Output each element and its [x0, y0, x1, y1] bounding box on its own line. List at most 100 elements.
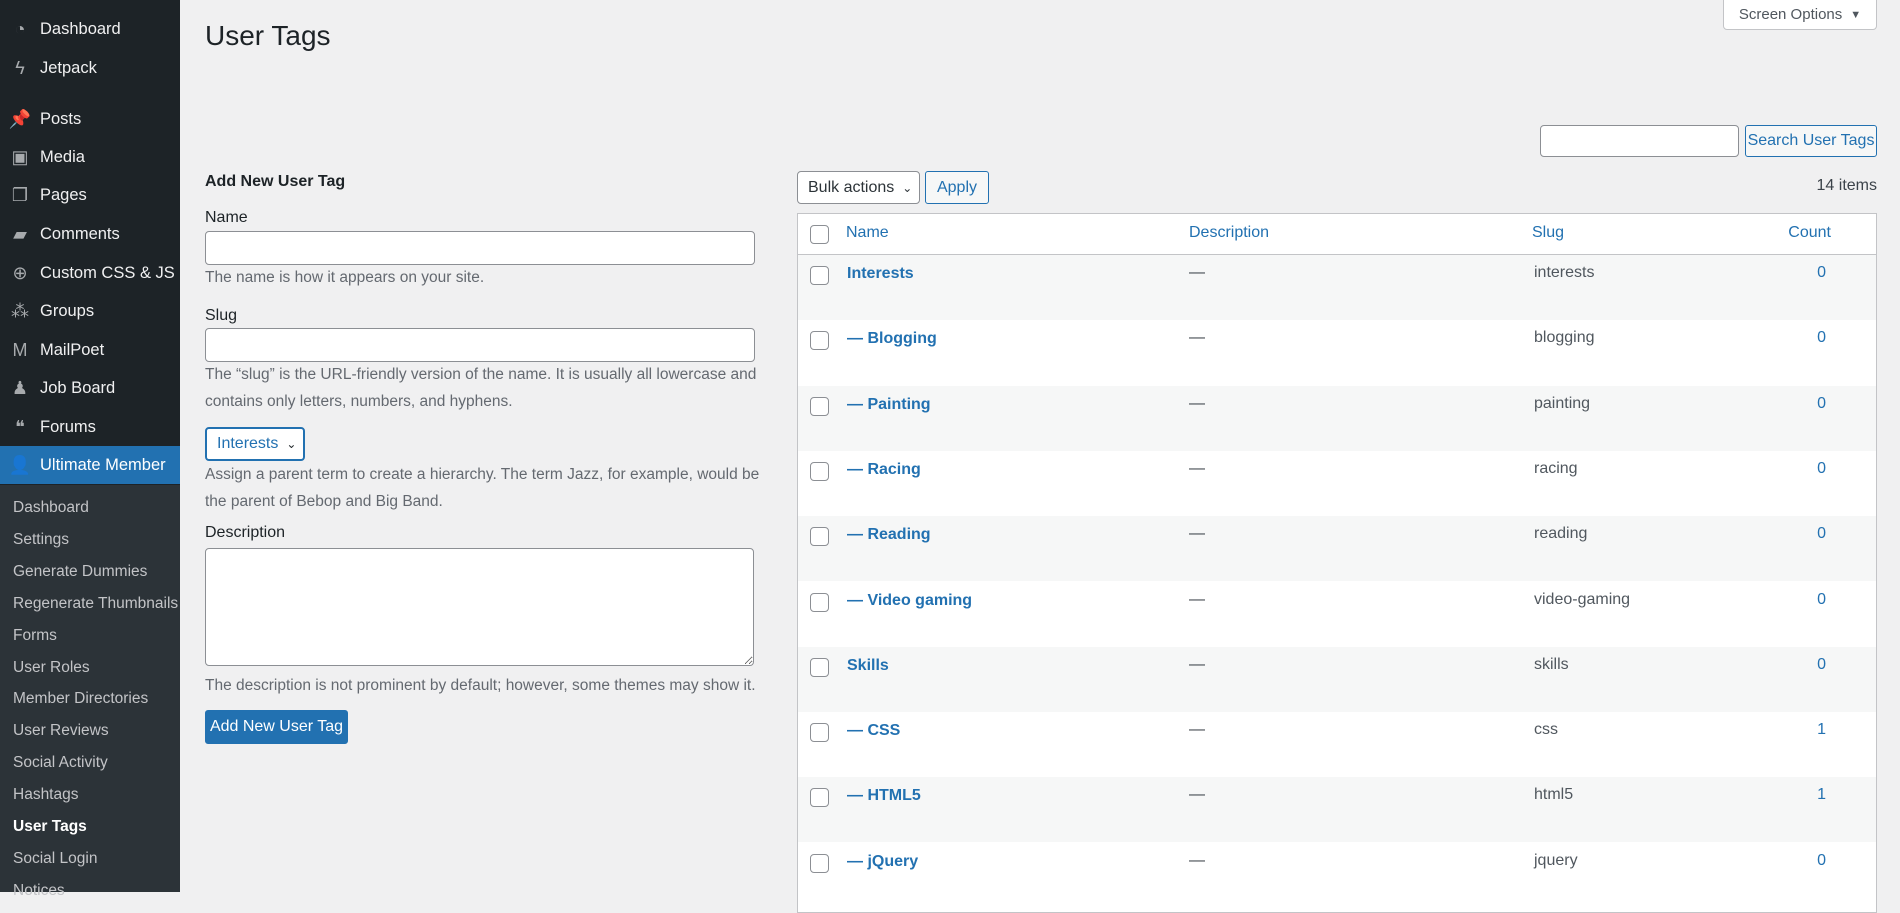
tag-count[interactable]: 1	[1817, 721, 1826, 739]
tag-name-link[interactable]: — CSS	[847, 722, 900, 740]
user-icon: 👤	[8, 454, 32, 475]
tag-name-link[interactable]: Interests	[847, 265, 914, 283]
row-checkbox[interactable]	[810, 788, 829, 808]
submenu-item-forms[interactable]: Forms	[13, 626, 57, 646]
table-row: — Racing — racing 0	[798, 451, 1876, 516]
submenu-item-generate-dummies[interactable]: Generate Dummies	[13, 562, 147, 582]
table-row: Skills — skills 0	[798, 646, 1876, 712]
mailpoet-icon: M	[12, 339, 28, 360]
submenu-item-user-reviews[interactable]: User Reviews	[13, 721, 109, 741]
screen-options-button[interactable]: Screen Options ▼	[1723, 0, 1877, 30]
tag-name-link[interactable]: Skills	[847, 657, 889, 675]
column-slug[interactable]: Slug	[1532, 224, 1564, 242]
submenu-item-user-tags[interactable]: User Tags	[13, 817, 87, 837]
tag-count[interactable]: 0	[1817, 852, 1826, 870]
parent-select[interactable]: Interests ⌄	[205, 427, 305, 461]
row-checkbox[interactable]	[810, 527, 829, 547]
submenu-item-notices[interactable]: Notices	[13, 881, 65, 901]
tag-count[interactable]: 0	[1817, 460, 1826, 478]
add-new-heading: Add New User Tag	[205, 173, 346, 190]
row-checkbox[interactable]	[810, 266, 829, 285]
tag-name-link[interactable]: — Video gaming	[847, 592, 972, 610]
row-checkbox[interactable]	[810, 592, 829, 612]
tag-slug: html5	[1534, 786, 1574, 804]
tag-name-link[interactable]: — Racing	[847, 461, 921, 479]
tag-count[interactable]: 0	[1817, 525, 1826, 543]
tag-name-link[interactable]: — Painting	[847, 396, 931, 414]
user-tags-table: Name Description Slug Count Interests — …	[797, 213, 1877, 913]
row-checkbox[interactable]	[810, 657, 829, 677]
row-checkbox[interactable]	[810, 331, 829, 351]
bulk-actions-select[interactable]: Bulk actions ⌄	[797, 171, 920, 204]
sidebar-item-media[interactable]: ▣ Media	[0, 138, 180, 176]
tag-slug: video-gaming	[1534, 590, 1631, 608]
tag-slug: blogging	[1534, 329, 1595, 347]
submenu-item-social-login[interactable]: Social Login	[13, 849, 97, 869]
tag-name-link[interactable]: — Blogging	[847, 330, 937, 348]
row-checkbox[interactable]	[810, 723, 829, 743]
tag-description: —	[1189, 851, 1205, 869]
tag-description: —	[1189, 329, 1205, 347]
parent-help: Assign a parent term to create a hierarc…	[205, 466, 760, 510]
tag-description: —	[1189, 655, 1205, 673]
row-checkbox[interactable]	[810, 853, 829, 873]
tag-description: —	[1189, 786, 1205, 804]
groups-icon: ⁂	[11, 300, 29, 321]
sidebar-item-custom-css-js[interactable]: ⊕ Custom CSS & JS	[0, 254, 180, 292]
tag-count[interactable]: 0	[1817, 395, 1826, 413]
row-checkbox[interactable]	[810, 396, 829, 416]
tag-name-link[interactable]: — HTML5	[847, 787, 921, 805]
sidebar-item-job-board[interactable]: ♟ Job Board	[0, 369, 180, 407]
table-row: — Blogging — blogging 0	[798, 320, 1876, 385]
submenu-item-social-activity[interactable]: Social Activity	[13, 753, 108, 773]
search-input[interactable]	[1540, 125, 1739, 157]
select-all-checkbox[interactable]	[810, 225, 829, 244]
tag-slug: racing	[1534, 459, 1578, 477]
page-title: User Tags	[205, 20, 331, 51]
submenu-item-dashboard[interactable]: Dashboard	[13, 498, 89, 518]
tag-count[interactable]: 0	[1817, 329, 1826, 347]
submenu-item-hashtags[interactable]: Hashtags	[13, 785, 78, 805]
tag-slug: interests	[1534, 264, 1595, 281]
tag-description: —	[1189, 525, 1205, 543]
dashboard-icon: ◔	[14, 18, 26, 39]
person-icon: ♟	[11, 377, 29, 398]
table-row: Interests — interests 0	[798, 255, 1876, 320]
sidebar-item-groups[interactable]: ⁂ Groups	[0, 292, 180, 330]
sidebar-item-posts[interactable]: 📌 Posts	[0, 100, 180, 138]
sidebar-item-ultimate-member[interactable]: 👤 Ultimate Member	[0, 446, 180, 484]
column-count[interactable]: Count	[1788, 224, 1831, 242]
slug-label: Slug	[205, 307, 238, 324]
row-checkbox[interactable]	[810, 461, 829, 481]
tag-count[interactable]: 1	[1817, 786, 1826, 804]
submenu-item-settings[interactable]: Settings	[13, 530, 69, 550]
media-icon: ▣	[11, 146, 29, 167]
slug-input[interactable]	[205, 328, 755, 362]
pages-icon: ❐	[11, 184, 29, 205]
sidebar-item-dashboard[interactable]: ◔ Dashboard	[0, 10, 180, 48]
sidebar-item-forums[interactable]: ❝ Forums	[0, 408, 180, 446]
add-new-user-tag-button[interactable]: Add New User Tag	[205, 710, 348, 744]
sidebar-item-comments[interactable]: ▰ Comments	[0, 215, 180, 253]
tag-count[interactable]: 0	[1817, 264, 1826, 282]
apply-button[interactable]: Apply	[925, 171, 989, 204]
submenu-item-member-directories[interactable]: Member Directories	[13, 689, 148, 709]
submenu-item-user-roles[interactable]: User Roles	[13, 658, 90, 678]
chevron-down-icon: ⌄	[902, 180, 913, 195]
tag-name-link[interactable]: — jQuery	[847, 853, 918, 871]
description-textarea[interactable]	[205, 548, 754, 666]
name-input[interactable]	[205, 231, 755, 265]
search-user-tags-button[interactable]: Search User Tags	[1745, 125, 1877, 157]
tag-count[interactable]: 0	[1817, 591, 1826, 609]
tag-name-link[interactable]: — Reading	[847, 526, 931, 544]
tag-count[interactable]: 0	[1817, 656, 1826, 674]
sidebar-item-pages[interactable]: ❐ Pages	[0, 176, 180, 214]
triangle-down-icon: ▼	[1850, 8, 1862, 21]
column-name[interactable]: Name	[846, 224, 889, 242]
tag-slug: skills	[1534, 655, 1569, 673]
pin-icon: 📌	[8, 108, 32, 129]
sidebar-item-jetpack[interactable]: ϟ Jetpack	[0, 49, 180, 87]
tag-description: —	[1189, 264, 1205, 281]
submenu-item-regenerate-thumbnails[interactable]: Regenerate Thumbnails	[13, 594, 178, 614]
sidebar-item-mailpoet[interactable]: M MailPoet	[0, 331, 180, 369]
